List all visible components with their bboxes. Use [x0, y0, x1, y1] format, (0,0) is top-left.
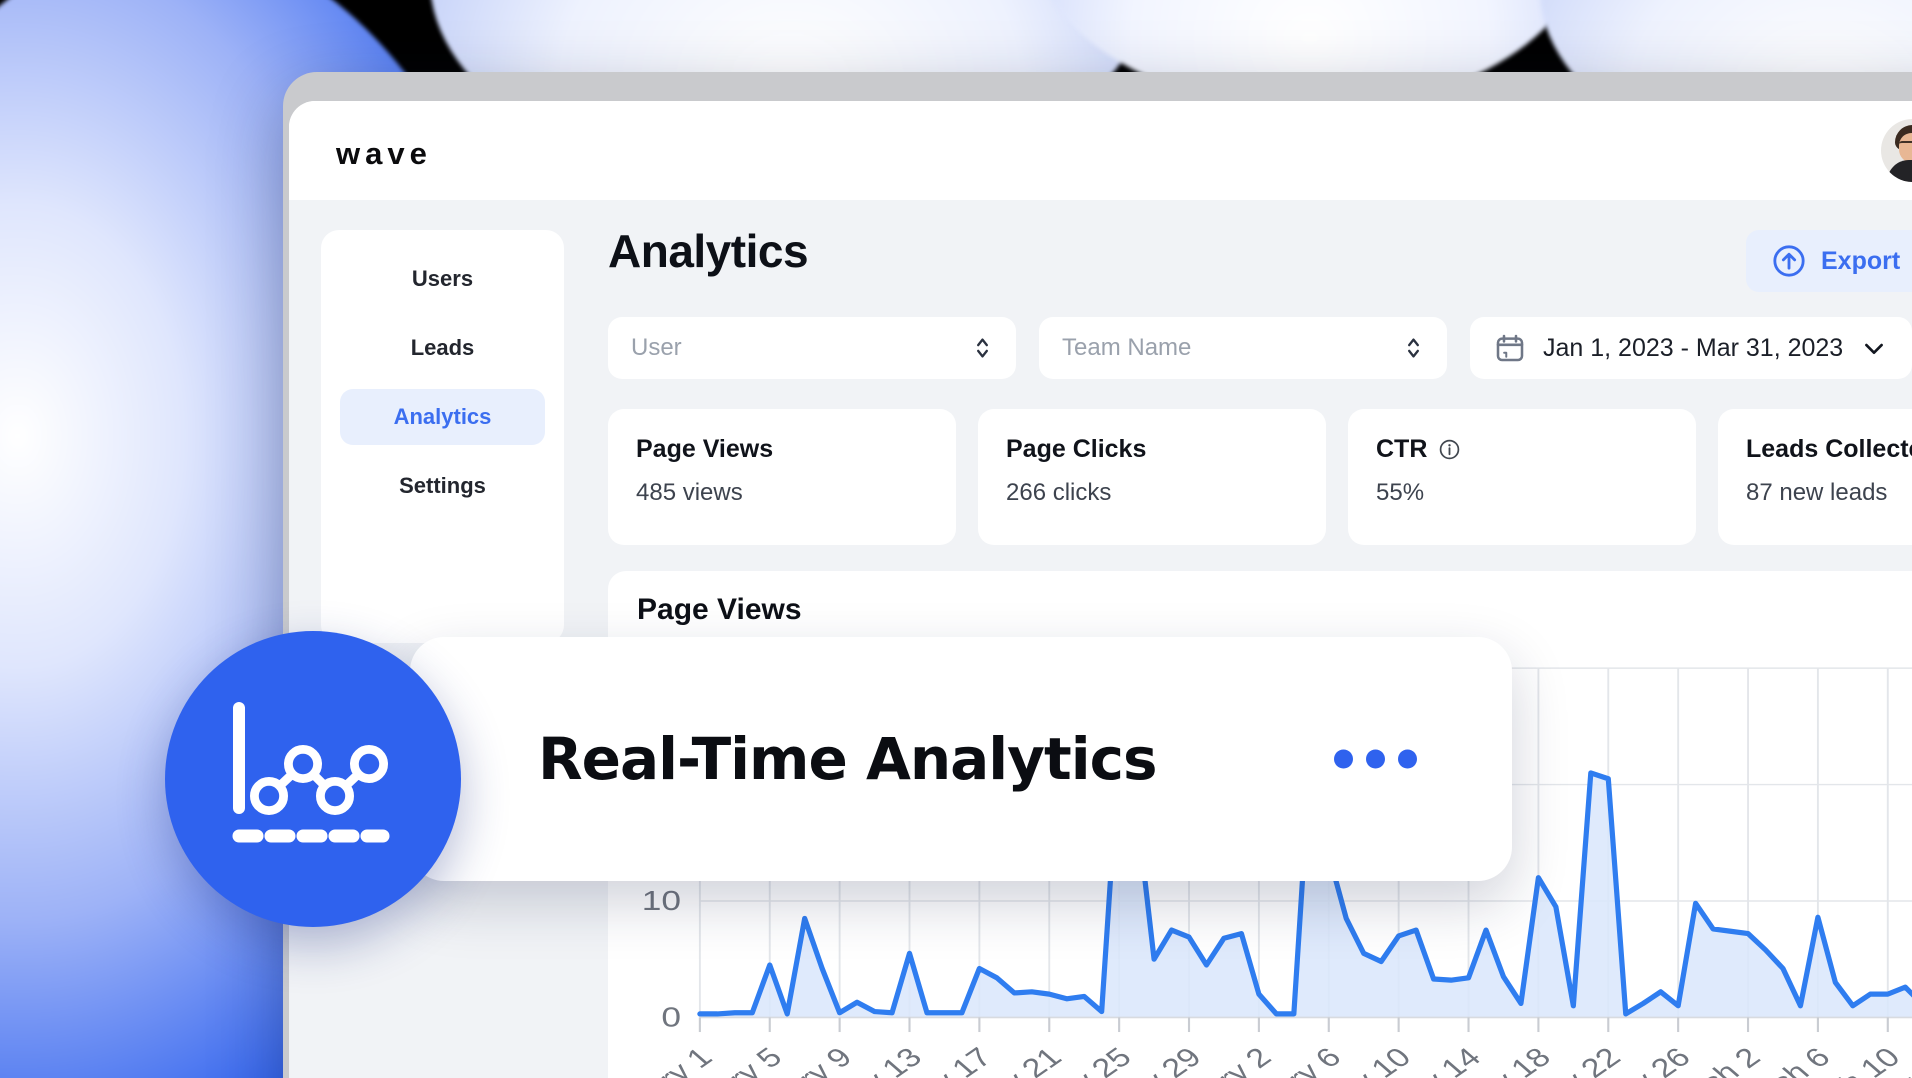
sidebar-item-users[interactable]: Users — [340, 251, 545, 307]
stat-value: 485 views — [636, 479, 743, 506]
stat-value: 87 new leads — [1746, 479, 1888, 506]
stat-label: Leads Collected — [1746, 435, 1912, 463]
export-button-label: Export — [1821, 246, 1901, 275]
stat-card-page-clicks: Page Clicks 266 clicks — [978, 409, 1326, 545]
stat-label: Page Clicks — [1006, 435, 1147, 463]
y-axis-tick-label: 0 — [661, 1001, 681, 1032]
app-header: wave John Williams Sales Manager — [289, 101, 1912, 200]
team-select-value: Team Name — [1062, 334, 1192, 361]
stat-card-leads-collected: Leads Collected 87 new leads — [1718, 409, 1912, 545]
sidebar-item-analytics[interactable]: Analytics — [340, 389, 545, 445]
brand-logo[interactable]: wave — [336, 136, 432, 172]
team-select[interactable]: Team Name — [1039, 317, 1447, 379]
stat-value: 266 clicks — [1006, 479, 1112, 506]
user-select[interactable]: User — [608, 317, 1016, 379]
app-window: wave John Williams Sales Manager Users L… — [289, 101, 1912, 1078]
avatar — [1880, 119, 1912, 182]
overlay-card-title: Real-Time Analytics — [538, 725, 1157, 793]
stat-card-page-views: Page Views 485 views — [608, 409, 956, 545]
user-select-value: User — [631, 334, 682, 361]
line-chart-badge — [165, 631, 461, 927]
page-title: Analytics — [608, 225, 809, 277]
date-range-value: Jan 1, 2023 - Mar 31, 2023 — [1543, 333, 1844, 362]
x-axis-tick-label: January 1 — [608, 1042, 719, 1078]
stat-card-row: Page Views 485 views Page Clicks 266 cli… — [608, 409, 1912, 545]
stage: wave John Williams Sales Manager Users L… — [0, 0, 1912, 1078]
y-axis-tick-label: 10 — [642, 885, 681, 916]
sidebar-item-leads[interactable]: Leads — [340, 320, 545, 376]
stat-label: CTR — [1376, 435, 1428, 463]
line-chart-icon — [232, 702, 390, 843]
filter-bar: User Team Name Jan 1, 2023 - Mar 31, 202… — [608, 317, 1912, 379]
export-button[interactable]: Export — [1746, 230, 1912, 292]
circle-up-arrow-icon — [1773, 245, 1805, 277]
date-range-picker[interactable]: Jan 1, 2023 - Mar 31, 2023 — [1470, 317, 1912, 379]
calendar-icon — [1496, 334, 1524, 362]
three-dots-menu-icon[interactable] — [1334, 749, 1417, 769]
stat-card-ctr: CTR 55% — [1348, 409, 1696, 545]
user-profile[interactable]: John Williams Sales Manager — [1880, 119, 1912, 182]
sidebar: Users Leads Analytics Settings — [321, 230, 564, 643]
info-circle-icon[interactable] — [1438, 438, 1461, 461]
chevron-down-icon — [1865, 343, 1884, 355]
sidebar-item-settings[interactable]: Settings — [340, 458, 545, 514]
stat-label: Page Views — [636, 435, 774, 463]
chevron-updown-icon — [1408, 338, 1419, 358]
overlay-card: Real-Time Analytics — [410, 637, 1512, 881]
chevron-updown-icon — [977, 338, 988, 358]
stat-value: 55% — [1376, 479, 1425, 506]
chart-title: Page Views — [637, 593, 802, 626]
